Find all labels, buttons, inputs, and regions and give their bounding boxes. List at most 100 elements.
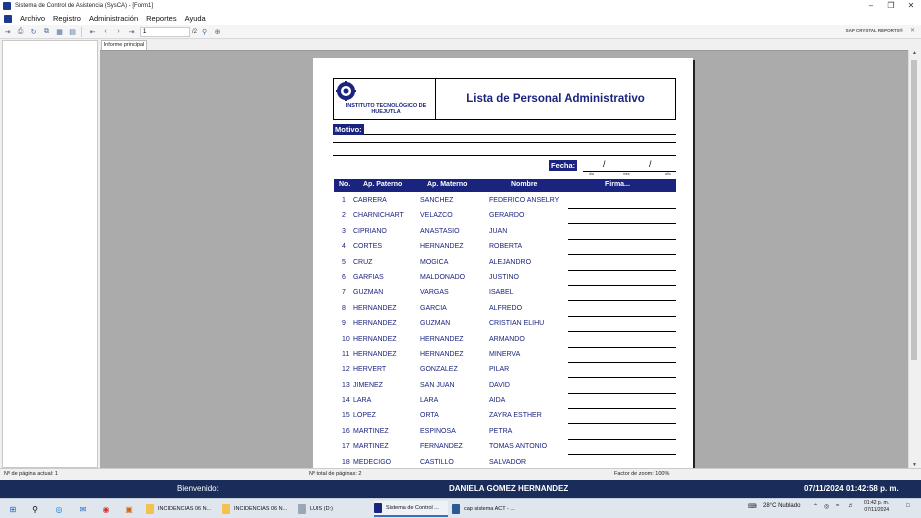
refresh-icon[interactable]: ↻ [28, 27, 39, 37]
find-icon[interactable]: ⚲ [199, 27, 210, 37]
window-title: Sistema de Control de Asistencia (SysCA)… [15, 3, 154, 9]
col-nombre: Nombre [511, 181, 538, 188]
taskbar-app-label: INCIDENCIAS 06 N... [158, 506, 212, 512]
row-ap-paterno: MEDECIGO [353, 458, 392, 466]
row-number: 3 [342, 227, 346, 235]
row-ap-paterno: CIPRIANO [353, 227, 387, 235]
edge-icon[interactable]: ◎ [52, 502, 66, 516]
restore-icon[interactable]: ❐ [881, 0, 901, 12]
chrome-icon[interactable]: ◉ [99, 502, 113, 516]
table-row: 12 HERVERT GONZALEZ PILAR [334, 363, 676, 379]
row-nombre: PETRA [489, 427, 513, 435]
taskbar-app-1[interactable]: INCIDENCIAS 06 N... [222, 501, 294, 517]
table-row: 2 CHARNICHART VELAZCO GERARDO [334, 209, 676, 225]
report-area: Informe principal INSTITUTO TECNOLÓGICO … [100, 40, 919, 468]
table-row: 3 CIPRIANO ANASTASIO JUAN [334, 225, 676, 240]
row-number: 16 [342, 427, 350, 435]
notification-icon[interactable]: □ [906, 503, 910, 509]
page-number-input[interactable]: 1 [140, 26, 190, 37]
taskbar-app-2[interactable]: LUIS (D:) [298, 501, 370, 517]
chevron-up-icon[interactable]: ⌃ [813, 503, 818, 510]
drive-icon [298, 504, 306, 514]
report-title: Lista de Personal Administrativo [466, 93, 645, 105]
menu-registro[interactable]: Registro [53, 14, 81, 23]
menu-ayuda[interactable]: Ayuda [185, 14, 206, 23]
institute-logo: INSTITUTO TECNOLÓGICO DE HUEJUTLA [334, 79, 436, 119]
first-page-icon[interactable]: ⇤ [87, 27, 98, 37]
clock-time: 01:42 p. m. [864, 500, 890, 506]
table-body: 1 CABRERA SANCHEZ FEDERICO ANSELRY 2 CHARNICH… [334, 194, 676, 468]
row-ap-paterno: LARA [353, 397, 372, 405]
row-ap-paterno: MARTINEZ [353, 443, 389, 451]
row-number: 5 [342, 258, 346, 266]
toggle-group-tree-icon[interactable]: ▦ [54, 27, 65, 37]
export-icon[interactable]: ⇥ [2, 27, 13, 37]
col-firma: Firma... [605, 181, 630, 188]
row-number: 6 [342, 273, 346, 281]
row-nombre: ISABEL [489, 289, 514, 297]
scroll-thumb[interactable] [911, 60, 917, 360]
table-row: 14 LARA LARA AIDA [334, 394, 676, 410]
toggle-parameter-panel-icon[interactable]: ▤ [67, 27, 78, 37]
close-icon[interactable]: ✕ [901, 0, 921, 12]
tab-main-report[interactable]: Informe principal [101, 40, 147, 50]
folder-icon [146, 504, 154, 514]
row-number: 17 [342, 443, 350, 451]
row-number: 10 [342, 335, 350, 343]
menu-bar: Archivo Registro Administración Reportes… [0, 12, 921, 25]
row-nombre: GERARDO [489, 212, 525, 220]
sap-brand: SAP CRYSTAL REPORTS® [845, 28, 903, 33]
row-number: 13 [342, 381, 350, 389]
row-ap-paterno: GUZMAN [353, 289, 384, 297]
wifi-icon[interactable]: ≈ [836, 503, 839, 509]
row-nombre: FEDERICO ANSELRY [489, 197, 560, 204]
row-ap-materno: MOGICA [420, 258, 449, 266]
row-number: 8 [342, 304, 346, 312]
pinned-app-icon[interactable]: ▣ [122, 502, 136, 516]
row-ap-materno: SANCHEZ [420, 197, 454, 204]
taskbar-app-4[interactable]: cap sistema ACT - ... [452, 501, 526, 517]
gear-seal-icon [336, 81, 356, 101]
row-ap-materno: GONZALEZ [420, 366, 458, 374]
row-nombre: TOMAS ANTONIO [489, 443, 548, 451]
last-page-icon[interactable]: ⇥ [126, 27, 137, 37]
row-ap-materno: HERNANDEZ [420, 335, 464, 343]
vertical-scrollbar[interactable]: ▲ ▼ [908, 50, 919, 468]
row-ap-materno: VELAZCO [420, 212, 453, 220]
row-nombre: AIDA [489, 397, 506, 405]
network-icon[interactable]: ◎ [824, 503, 829, 510]
keyboard-icon[interactable]: ⌨ [748, 503, 757, 510]
row-ap-paterno: HERNANDEZ [353, 320, 397, 328]
prev-page-icon[interactable]: ‹ [100, 27, 111, 37]
minimize-icon[interactable]: – [861, 0, 881, 12]
next-page-icon[interactable]: › [113, 27, 124, 37]
scroll-up-icon[interactable]: ▲ [909, 50, 920, 56]
table-row: 15 LOPEZ ORTA ZAYRA ESTHER [334, 409, 676, 425]
weather-text[interactable]: 28°C Nublado [763, 503, 800, 509]
row-nombre: ZAYRA ESTHER [489, 412, 542, 420]
row-ap-paterno: CORTES [353, 243, 383, 251]
table-row: 6 GARFIAS MALDONADO JUSTINO [334, 271, 676, 286]
row-ap-materno: ESPINOSA [420, 427, 456, 435]
row-number: 2 [342, 212, 346, 220]
report-header: INSTITUTO TECNOLÓGICO DE HUEJUTLA Lista … [333, 78, 676, 120]
close-viewer-icon[interactable]: ✕ [910, 27, 915, 34]
volume-icon[interactable]: ♬ [848, 503, 854, 509]
taskbar-app-3[interactable]: Sistema de Control ... [374, 501, 448, 517]
start-icon[interactable]: ⊞ [6, 502, 20, 516]
copy-icon[interactable]: ⧉ [41, 27, 52, 37]
row-nombre: JUSTINO [489, 273, 519, 281]
zoom-icon[interactable]: ⊕ [212, 27, 223, 37]
menu-reportes[interactable]: Reportes [146, 14, 176, 23]
menu-archivo[interactable]: Archivo [20, 14, 45, 23]
print-icon[interactable]: ⎙ [15, 27, 26, 37]
mail-icon[interactable]: ✉ [76, 502, 90, 516]
taskbar-app-0[interactable]: INCIDENCIAS 06 N... [146, 501, 218, 517]
report-toolbar: ⇥ ⎙ ↻ ⧉ ▦ ▤ ⇤ ‹ › ⇥ 1 /2 ⚲ ⊕ SAP CRYSTAL… [0, 25, 921, 39]
row-ap-paterno: JIMENEZ [353, 381, 383, 389]
search-icon[interactable]: ⚲ [28, 502, 42, 516]
clock[interactable]: 01:42 p. m. 07/11/2024 [864, 500, 889, 514]
row-ap-paterno: HERNANDEZ [353, 335, 397, 343]
table-row: 4 CORTES HERNANDEZ ROBERTA [334, 240, 676, 256]
menu-administracion[interactable]: Administración [89, 14, 138, 23]
